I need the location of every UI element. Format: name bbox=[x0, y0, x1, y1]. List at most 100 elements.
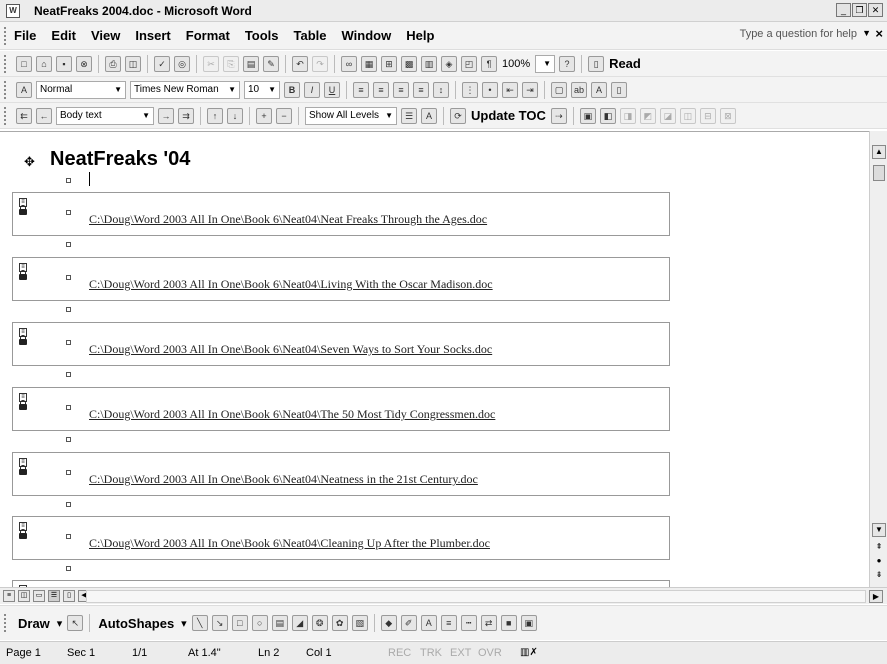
menu-file[interactable]: File bbox=[14, 28, 36, 43]
outline-expand-icon[interactable]: ✥ bbox=[24, 154, 35, 170]
create-subdocument-icon[interactable]: ◨ bbox=[619, 107, 636, 124]
expand-icon[interactable]: + bbox=[256, 107, 272, 124]
research-icon[interactable]: ◎ bbox=[174, 55, 190, 72]
increase-indent-icon[interactable]: ⇥ bbox=[522, 81, 538, 98]
permission-icon[interactable]: ⊗ bbox=[76, 55, 92, 72]
open-icon[interactable]: ⌂ bbox=[36, 55, 52, 72]
split-subdocument-icon[interactable]: ⊟ bbox=[699, 107, 716, 124]
show-first-line-icon[interactable]: ☰ bbox=[401, 107, 417, 124]
subdocument-box-partial[interactable] bbox=[12, 580, 670, 587]
arrow-icon[interactable]: ↘ bbox=[211, 615, 228, 631]
status-rec[interactable]: REC bbox=[388, 647, 411, 659]
demote-icon[interactable]: → bbox=[158, 107, 174, 124]
subdocument-link[interactable]: C:\Doug\Word 2003 All In One\Book 6\Neat… bbox=[89, 536, 490, 551]
outline-level-dropdown[interactable]: Body text ▼ bbox=[56, 106, 154, 125]
styles-formatting-icon[interactable]: A bbox=[16, 81, 32, 98]
draw-menu[interactable]: Draw bbox=[18, 616, 50, 631]
horizontal-scrollbar[interactable] bbox=[86, 590, 866, 603]
new-document-icon[interactable]: □ bbox=[16, 55, 32, 72]
align-right-icon[interactable]: ≡ bbox=[393, 81, 409, 98]
move-down-icon[interactable]: ↓ bbox=[227, 107, 243, 124]
borders-icon[interactable]: ▢ bbox=[551, 81, 567, 98]
insert-subdocument-icon[interactable]: ◪ bbox=[659, 107, 676, 124]
update-toc-icon[interactable]: ⟳ bbox=[450, 107, 466, 124]
insert-excel-icon[interactable]: ▩ bbox=[401, 55, 417, 72]
previous-page-icon[interactable]: ⇞ bbox=[872, 541, 886, 555]
master-document-view-icon[interactable]: ▣ bbox=[579, 107, 596, 124]
menu-table[interactable]: Table bbox=[294, 28, 327, 43]
subdocument-box[interactable]: ≡ C:\Doug\Word 2003 All In One\Book 6\Ne… bbox=[12, 322, 670, 366]
scroll-thumb[interactable] bbox=[873, 165, 885, 181]
restore-button[interactable]: ❐ bbox=[852, 3, 867, 17]
next-page-icon[interactable]: ⇟ bbox=[872, 569, 886, 583]
select-browse-object-icon[interactable]: ● bbox=[872, 555, 886, 569]
dash-style-icon[interactable]: ┅ bbox=[460, 615, 477, 631]
update-toc-button[interactable]: Update TOC bbox=[471, 108, 546, 123]
print-layout-view-icon[interactable]: ▭ bbox=[33, 590, 45, 602]
menu-edit[interactable]: Edit bbox=[51, 28, 76, 43]
save-icon[interactable]: ▪ bbox=[56, 55, 72, 72]
expand-subdocuments-icon[interactable]: ◧ bbox=[599, 107, 616, 124]
menu-window[interactable]: Window bbox=[342, 28, 392, 43]
font-color-icon[interactable]: A bbox=[420, 615, 437, 631]
move-up-icon[interactable]: ↑ bbox=[207, 107, 223, 124]
diagram-icon[interactable]: ❂ bbox=[311, 615, 328, 631]
menu-grip[interactable] bbox=[4, 26, 8, 45]
subdocument-box[interactable]: ≡ C:\Doug\Word 2003 All In One\Book 6\Ne… bbox=[12, 257, 670, 301]
cut-icon[interactable]: ✂ bbox=[203, 55, 219, 72]
status-ext[interactable]: EXT bbox=[450, 647, 471, 659]
menu-view[interactable]: View bbox=[91, 28, 120, 43]
print-icon[interactable]: ⎙ bbox=[105, 55, 121, 72]
read-button[interactable]: Read bbox=[609, 56, 641, 71]
status-ovr[interactable]: OVR bbox=[478, 647, 502, 659]
subdocument-link[interactable]: C:\Doug\Word 2003 All In One\Book 6\Neat… bbox=[89, 212, 487, 227]
collapse-icon[interactable]: − bbox=[276, 107, 292, 124]
insert-table-icon[interactable]: ⊞ bbox=[381, 55, 397, 72]
style-dropdown[interactable]: Normal ▼ bbox=[36, 80, 126, 99]
promote-to-heading1-icon[interactable]: ⇇ bbox=[16, 107, 32, 124]
line-style-icon[interactable]: ≡ bbox=[440, 615, 457, 631]
subdocument-box[interactable]: ≡ C:\Doug\Word 2003 All In One\Book 6\Ne… bbox=[12, 192, 670, 236]
reading-layout-view-icon[interactable]: ▯ bbox=[63, 590, 75, 602]
spelling-status-icon[interactable]: ▥✗ bbox=[520, 647, 538, 658]
justify-icon[interactable]: ≡ bbox=[413, 81, 429, 98]
picture-icon[interactable]: ▧ bbox=[351, 615, 368, 631]
numbering-icon[interactable]: ⋮ bbox=[462, 81, 478, 98]
font-dropdown[interactable]: Times New Roman ▼ bbox=[130, 80, 240, 99]
help-search-input[interactable]: Type a question for help bbox=[740, 28, 857, 40]
subdocument-link[interactable]: C:\Doug\Word 2003 All In One\Book 6\Neat… bbox=[89, 342, 492, 357]
fill-color-icon[interactable]: ◆ bbox=[380, 615, 397, 631]
subdocument-link[interactable]: C:\Doug\Word 2003 All In One\Book 6\Neat… bbox=[89, 472, 478, 487]
show-formatting-icon[interactable]: A bbox=[421, 107, 437, 124]
select-objects-icon[interactable]: ↖ bbox=[67, 615, 84, 631]
clip-art-icon[interactable]: ✿ bbox=[331, 615, 348, 631]
tables-borders-icon[interactable]: ▦ bbox=[361, 55, 377, 72]
subdocument-box[interactable]: ≡ C:\Doug\Word 2003 All In One\Book 6\Ne… bbox=[12, 387, 670, 431]
shadow-style-icon[interactable]: ■ bbox=[500, 615, 517, 631]
show-hide-icon[interactable]: ¶ bbox=[481, 55, 497, 72]
subdocument-link[interactable]: C:\Doug\Word 2003 All In One\Book 6\Neat… bbox=[89, 277, 493, 292]
menu-tools[interactable]: Tools bbox=[245, 28, 279, 43]
toolbar-grip[interactable] bbox=[4, 106, 8, 125]
decrease-indent-icon[interactable]: ⇤ bbox=[502, 81, 518, 98]
oval-icon[interactable]: ○ bbox=[251, 615, 268, 631]
columns-icon[interactable]: ▥ bbox=[421, 55, 437, 72]
paste-icon[interactable]: ▤ bbox=[243, 55, 259, 72]
undo-icon[interactable]: ↶ bbox=[292, 55, 308, 72]
toolbar-grip[interactable] bbox=[4, 614, 8, 632]
close-document-icon[interactable]: × bbox=[875, 26, 883, 41]
redo-icon[interactable]: ↷ bbox=[312, 55, 328, 72]
toolbar-grip[interactable] bbox=[4, 54, 8, 73]
autoshapes-menu[interactable]: AutoShapes bbox=[98, 616, 174, 631]
help-dropdown-arrow-icon[interactable]: ▼ bbox=[862, 28, 871, 38]
bold-icon[interactable]: B bbox=[284, 81, 300, 98]
web-layout-view-icon[interactable]: ◫ bbox=[18, 590, 30, 602]
font-color-icon[interactable]: A bbox=[591, 81, 607, 98]
font-size-dropdown[interactable]: 10 ▼ bbox=[244, 80, 280, 99]
document-area[interactable]: ✥ NeatFreaks '04 ≡ C:\Doug\Word 2003 All… bbox=[0, 131, 869, 587]
line-icon[interactable]: ╲ bbox=[191, 615, 208, 631]
spelling-icon[interactable]: ✓ bbox=[154, 55, 170, 72]
status-trk[interactable]: TRK bbox=[420, 647, 442, 659]
arrow-style-icon[interactable]: ⇄ bbox=[480, 615, 497, 631]
read-icon[interactable]: ▯ bbox=[588, 55, 605, 72]
